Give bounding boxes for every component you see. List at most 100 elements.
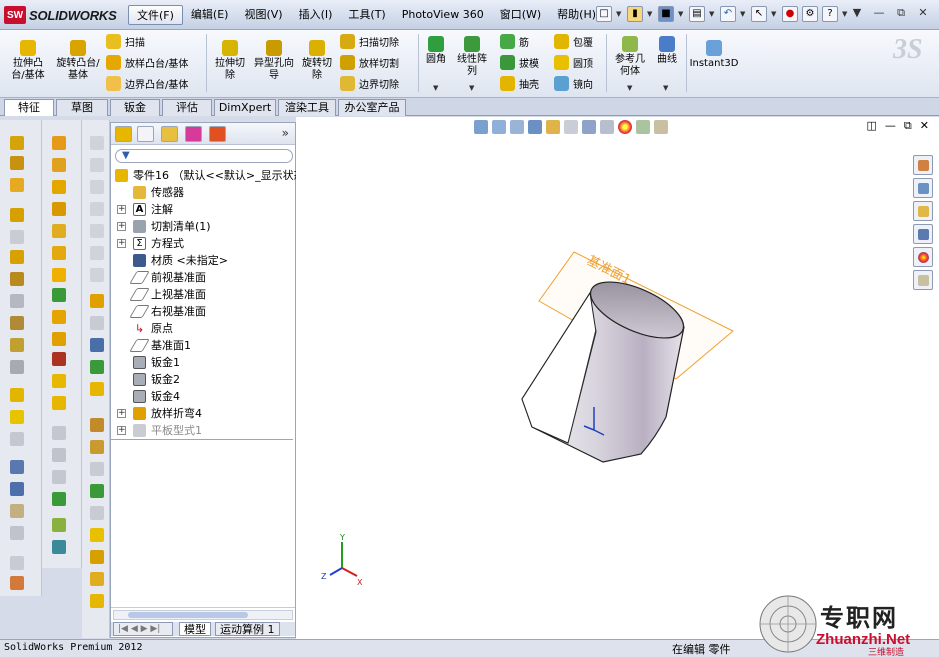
tool-icon[interactable] [10,482,24,496]
design-library-tab[interactable] [913,178,933,198]
chevron-down-icon[interactable]: ▼ [647,6,654,22]
tool-icon[interactable] [90,440,104,454]
tool-icon[interactable] [52,448,66,462]
chevron-down-icon[interactable]: ▼ [740,6,747,22]
menu-tools[interactable]: 工具(T) [340,5,393,25]
tree-item-annotations[interactable]: + A 注解 [111,201,293,218]
tool-icon[interactable] [90,462,104,476]
tree-item-cutlist[interactable]: + 切割清单(1) [111,218,293,235]
tool-icon[interactable] [90,136,104,150]
swept-cut-button[interactable]: 扫描切除 [340,32,399,50]
loft-boss-button[interactable]: 放样凸台/基体 [106,53,188,71]
featuremanager-tab-icon[interactable] [115,126,132,142]
close-icon[interactable]: ✕ [915,6,931,20]
tab-evaluate[interactable]: 评估 [162,99,212,116]
rib-button[interactable]: 筋 [500,32,529,50]
tool-icon[interactable] [10,250,24,264]
tool-icon[interactable] [10,360,24,374]
extrude-cut-button[interactable]: 拉伸切除 [212,40,248,82]
tool-icon[interactable] [90,246,104,260]
tool-icon[interactable] [52,518,66,532]
tool-icon[interactable] [90,382,104,396]
tool-icon[interactable] [10,230,24,244]
tab-motion-study[interactable]: 运动算例 1 [215,622,280,636]
tool-icon[interactable] [52,268,66,282]
linear-pattern-button[interactable]: 线性阵列 [454,36,490,78]
print-icon[interactable]: ▤ [689,6,705,22]
tool-icon[interactable] [52,374,66,388]
tree-item-lofted-bend4[interactable]: + 放样折弯4 [111,405,293,422]
tool-icon[interactable] [52,470,66,484]
tree-item-sheetmetal4[interactable]: 钣金4 [111,388,293,405]
expand-panel-icon[interactable]: » [282,126,289,140]
draft-button[interactable]: 拔模 [500,53,539,71]
tool-icon[interactable] [90,224,104,238]
tool-icon[interactable] [10,316,24,330]
tool-icon[interactable] [10,576,24,590]
expand-icon[interactable]: + [117,409,126,418]
tool-icon[interactable] [52,224,66,238]
wrap-button[interactable]: 包覆 [554,32,593,50]
tool-icon[interactable] [10,136,24,150]
displaymanager-tab-icon[interactable] [209,126,226,142]
tool-icon[interactable] [10,156,24,170]
select-arrow-icon[interactable]: ↖ [751,6,767,22]
tool-icon[interactable] [10,208,24,222]
tool-icon[interactable] [52,492,66,506]
tree-root[interactable]: 零件16 （默认<<默认>_显示状态 [111,167,305,184]
tool-icon[interactable] [10,410,24,424]
tree-item-front-plane[interactable]: 前视基准面 [111,269,293,286]
tool-icon[interactable] [52,202,66,216]
tool-icon[interactable] [10,272,24,286]
tool-icon[interactable] [52,352,66,366]
tree-item-flat-pattern1[interactable]: + 平板型式1 [111,422,293,439]
tool-icon[interactable] [10,432,24,446]
expand-icon[interactable]: + [117,205,126,214]
tree-item-right-plane[interactable]: 右视基准面 [111,303,293,320]
options-gear-icon[interactable]: ⚙ [802,6,818,22]
tool-icon[interactable] [10,388,24,402]
reference-geometry-button[interactable]: 参考几何体 [612,36,648,78]
resources-tab[interactable] [913,155,933,175]
save-icon[interactable]: ■ [658,6,674,22]
restore-icon[interactable]: ⧉ [893,6,909,20]
model-viewport[interactable]: 基准面1 Y X Z [296,117,939,639]
tab-sketch[interactable]: 草图 [56,99,108,116]
minimize-icon[interactable]: — [871,6,887,20]
tab-dimxpert[interactable]: DimXpert [214,99,276,116]
revolve-boss-button[interactable]: 旋转凸台/基体 [56,40,100,82]
tool-icon[interactable] [90,506,104,520]
tool-icon[interactable] [90,202,104,216]
tool-icon[interactable] [90,528,104,542]
tree-item-sheetmetal1[interactable]: 钣金1 [111,354,293,371]
graphics-area[interactable]: ◫ — ⧉ ✕ 基准面1 Y X Z [296,117,939,639]
dimxpertmanager-tab-icon[interactable] [185,126,202,142]
tool-icon[interactable] [52,540,66,554]
tool-icon[interactable] [90,158,104,172]
tool-icon[interactable] [10,504,24,518]
tree-item-material[interactable]: 材质 <未指定> [111,252,293,269]
tool-icon[interactable] [90,550,104,564]
sweep-button[interactable]: 扫描 [106,32,145,50]
menu-insert[interactable]: 插入(I) [291,5,341,25]
tool-icon[interactable] [10,178,24,192]
tool-icon[interactable] [52,180,66,194]
curves-button[interactable]: 曲线 [652,36,682,66]
menu-window[interactable]: 窗口(W) [492,5,549,25]
lofted-cut-button[interactable]: 放样切割 [340,53,399,71]
scrollbar-thumb[interactable] [128,612,248,618]
mirror-button[interactable]: 镜向 [554,74,593,92]
tool-icon[interactable] [90,268,104,282]
menu-view[interactable]: 视图(V) [236,5,290,25]
tree-item-sensors[interactable]: 传感器 [111,184,293,201]
chevron-down-icon[interactable]: ▼ [616,6,623,22]
tool-icon[interactable] [52,426,66,440]
tool-icon[interactable] [52,136,66,150]
chevron-down-icon[interactable]: ▼ [709,6,716,22]
tool-icon[interactable] [10,556,24,570]
tool-icon[interactable] [90,594,104,608]
tool-icon[interactable] [90,294,104,308]
view-palette-tab[interactable] [913,224,933,244]
fillet-button[interactable]: 圆角 [422,36,450,66]
chevron-down-icon[interactable]: ▼ [842,6,849,22]
